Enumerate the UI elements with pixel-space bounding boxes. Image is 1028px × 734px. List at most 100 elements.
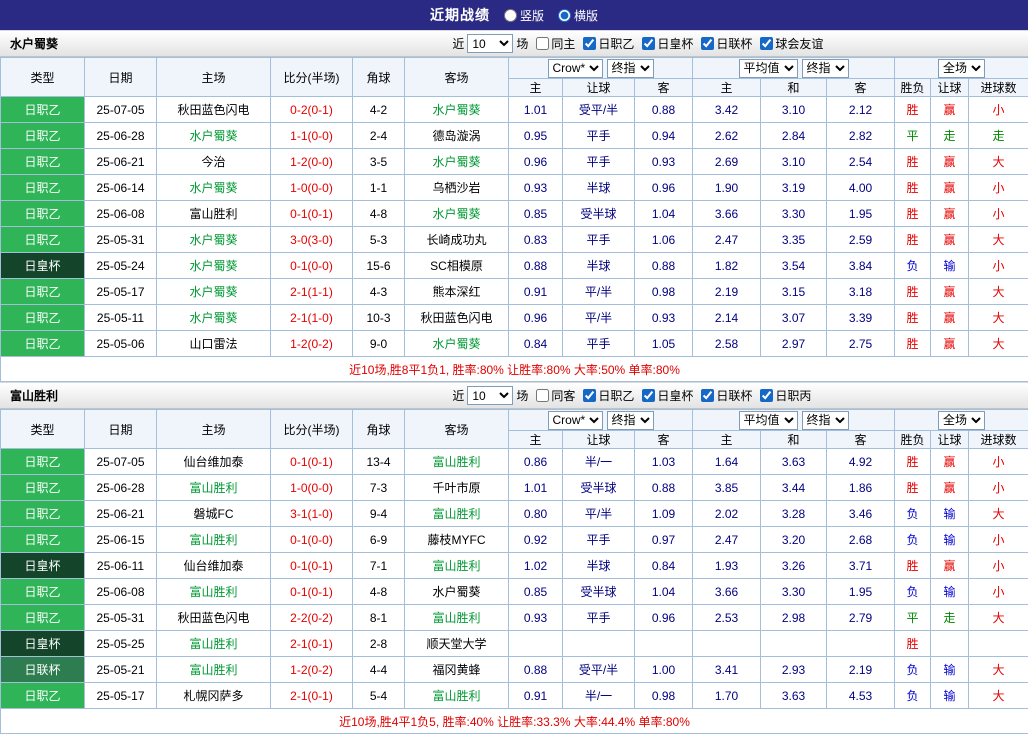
bookmaker-select[interactable]: Crow* — [548, 411, 603, 430]
filter-checkbox-same-venue[interactable]: 同客 — [536, 387, 575, 404]
league-checkbox[interactable] — [701, 389, 714, 402]
filter-checkbox-league-4[interactable]: 球会友谊 — [760, 35, 823, 52]
home-team-cell[interactable]: 富山胜利 — [157, 527, 271, 553]
league-checkbox[interactable] — [760, 37, 773, 50]
away-team-cell[interactable]: 秋田蓝色闪电 — [405, 305, 509, 331]
home-team-cell[interactable]: 水户蜀葵 — [157, 227, 271, 253]
home-team-cell[interactable]: 山口雷法 — [157, 331, 271, 357]
away-team-cell[interactable]: 富山胜利 — [405, 553, 509, 579]
league-checkbox[interactable] — [760, 389, 773, 402]
away-team-cell[interactable]: 富山胜利 — [405, 449, 509, 475]
away-team-cell[interactable]: 富山胜利 — [405, 501, 509, 527]
odds-cell: 3.15 — [761, 279, 827, 305]
fulltime-select[interactable]: 全场 — [938, 59, 985, 78]
odds-group-average: 平均值 终指 — [693, 410, 895, 431]
odds-cell — [509, 631, 563, 657]
league-type-cell: 日职乙 — [1, 579, 85, 605]
home-team-cell[interactable]: 仙台维加泰 — [157, 553, 271, 579]
league-checkbox[interactable] — [642, 37, 655, 50]
result-cell: 负 — [895, 657, 931, 683]
vertical-radio[interactable] — [504, 9, 517, 22]
bookmaker-stage-select[interactable]: 终指 — [607, 59, 654, 78]
home-team-cell[interactable]: 水户蜀葵 — [157, 123, 271, 149]
home-team-cell[interactable]: 秋田蓝色闪电 — [157, 97, 271, 123]
away-team-cell[interactable]: 德岛漩涡 — [405, 123, 509, 149]
filter-checkbox-league-2[interactable]: 日皇杯 — [642, 387, 693, 404]
away-team-cell[interactable]: SC相模原 — [405, 253, 509, 279]
filter-checkbox-same-venue[interactable]: 同主 — [536, 35, 575, 52]
league-checkbox[interactable] — [583, 389, 596, 402]
topbar: 近期战绩 竖版 横版 — [0, 0, 1028, 30]
away-team-cell[interactable]: 乌栖沙岩 — [405, 175, 509, 201]
odds-cell: 1.95 — [827, 201, 895, 227]
odds-cell: 0.93 — [635, 149, 693, 175]
home-team-cell[interactable]: 水户蜀葵 — [157, 305, 271, 331]
away-team-cell[interactable]: 熊本深红 — [405, 279, 509, 305]
home-team-cell[interactable]: 磐城FC — [157, 501, 271, 527]
away-team-cell[interactable]: 水户蜀葵 — [405, 579, 509, 605]
odds-cell: 0.88 — [635, 475, 693, 501]
match-count-select[interactable]: 10 — [467, 386, 513, 405]
away-team-cell[interactable]: 顺天堂大学 — [405, 631, 509, 657]
away-team-cell[interactable]: 富山胜利 — [405, 683, 509, 709]
home-team-cell[interactable]: 水户蜀葵 — [157, 253, 271, 279]
home-team-cell[interactable]: 水户蜀葵 — [157, 279, 271, 305]
away-team-cell[interactable]: 富山胜利 — [405, 605, 509, 631]
average-stage-select[interactable]: 终指 — [802, 59, 849, 78]
league-checkbox[interactable] — [701, 37, 714, 50]
home-team-cell[interactable]: 富山胜利 — [157, 579, 271, 605]
layout-option-vertical[interactable]: 竖版 — [504, 7, 544, 24]
odds-cell: 2.47 — [693, 227, 761, 253]
away-team-cell[interactable]: 长崎成功丸 — [405, 227, 509, 253]
filter-checkbox-league-1[interactable]: 日职乙 — [583, 387, 634, 404]
bookmaker-stage-select[interactable]: 终指 — [607, 411, 654, 430]
league-type-cell: 日皇杯 — [1, 253, 85, 279]
odds-cell: 平/半 — [563, 279, 635, 305]
home-team-cell[interactable]: 札幌冈萨多 — [157, 683, 271, 709]
home-team-cell[interactable]: 富山胜利 — [157, 657, 271, 683]
league-checkbox[interactable] — [642, 389, 655, 402]
odds-cell: 0.93 — [635, 305, 693, 331]
home-team-cell[interactable]: 仙台维加泰 — [157, 449, 271, 475]
filter-checkbox-league-4[interactable]: 日职丙 — [760, 387, 811, 404]
average-select[interactable]: 平均值 — [739, 411, 798, 430]
league-checkbox[interactable] — [583, 37, 596, 50]
filter-checkbox-league-1[interactable]: 日职乙 — [583, 35, 634, 52]
home-team-cell[interactable]: 今治 — [157, 149, 271, 175]
result-cell: 赢 — [931, 279, 969, 305]
home-team-cell[interactable]: 富山胜利 — [157, 201, 271, 227]
fulltime-select[interactable]: 全场 — [938, 411, 985, 430]
away-team-cell[interactable]: 福冈黄蜂 — [405, 657, 509, 683]
away-team-cell[interactable]: 水户蜀葵 — [405, 97, 509, 123]
same-venue-checkbox[interactable] — [536, 37, 549, 50]
score-cell: 3-0(3-0) — [271, 227, 353, 253]
result-cell: 胜 — [895, 279, 931, 305]
team-section: 富山胜利 近 10 场 同客 日职乙 日皇杯 日联杯 日职丙 类型 日期 主场 … — [0, 382, 1028, 734]
home-team-cell[interactable]: 水户蜀葵 — [157, 175, 271, 201]
corner-cell: 4-2 — [353, 97, 405, 123]
bookmaker-select[interactable]: Crow* — [548, 59, 603, 78]
filter-checkbox-league-3[interactable]: 日联杯 — [701, 387, 752, 404]
away-team-cell[interactable]: 水户蜀葵 — [405, 149, 509, 175]
match-count-select[interactable]: 10 — [467, 34, 513, 53]
away-team-cell[interactable]: 千叶市原 — [405, 475, 509, 501]
away-team-cell[interactable]: 水户蜀葵 — [405, 201, 509, 227]
away-team-cell[interactable]: 藤枝MYFC — [405, 527, 509, 553]
league-type-cell: 日联杯 — [1, 657, 85, 683]
filter-checkbox-league-2[interactable]: 日皇杯 — [642, 35, 693, 52]
col-home: 主场 — [157, 410, 271, 449]
vertical-label: 竖版 — [520, 7, 544, 24]
match-row: 日联杯25-05-21富山胜利1-2(0-2)4-4福冈黄蜂0.88受平/半1.… — [1, 657, 1028, 683]
same-venue-checkbox[interactable] — [536, 389, 549, 402]
average-stage-select[interactable]: 终指 — [802, 411, 849, 430]
horizontal-radio[interactable] — [558, 9, 571, 22]
match-row: 日职乙25-05-06山口雷法1-2(0-2)9-0水户蜀葵0.84平手1.05… — [1, 331, 1028, 357]
away-team-cell[interactable]: 水户蜀葵 — [405, 331, 509, 357]
home-team-cell[interactable]: 富山胜利 — [157, 631, 271, 657]
average-select[interactable]: 平均值 — [739, 59, 798, 78]
odds-cell: 0.88 — [635, 253, 693, 279]
home-team-cell[interactable]: 秋田蓝色闪电 — [157, 605, 271, 631]
filter-checkbox-league-3[interactable]: 日联杯 — [701, 35, 752, 52]
home-team-cell[interactable]: 富山胜利 — [157, 475, 271, 501]
layout-option-horizontal[interactable]: 横版 — [558, 7, 598, 24]
